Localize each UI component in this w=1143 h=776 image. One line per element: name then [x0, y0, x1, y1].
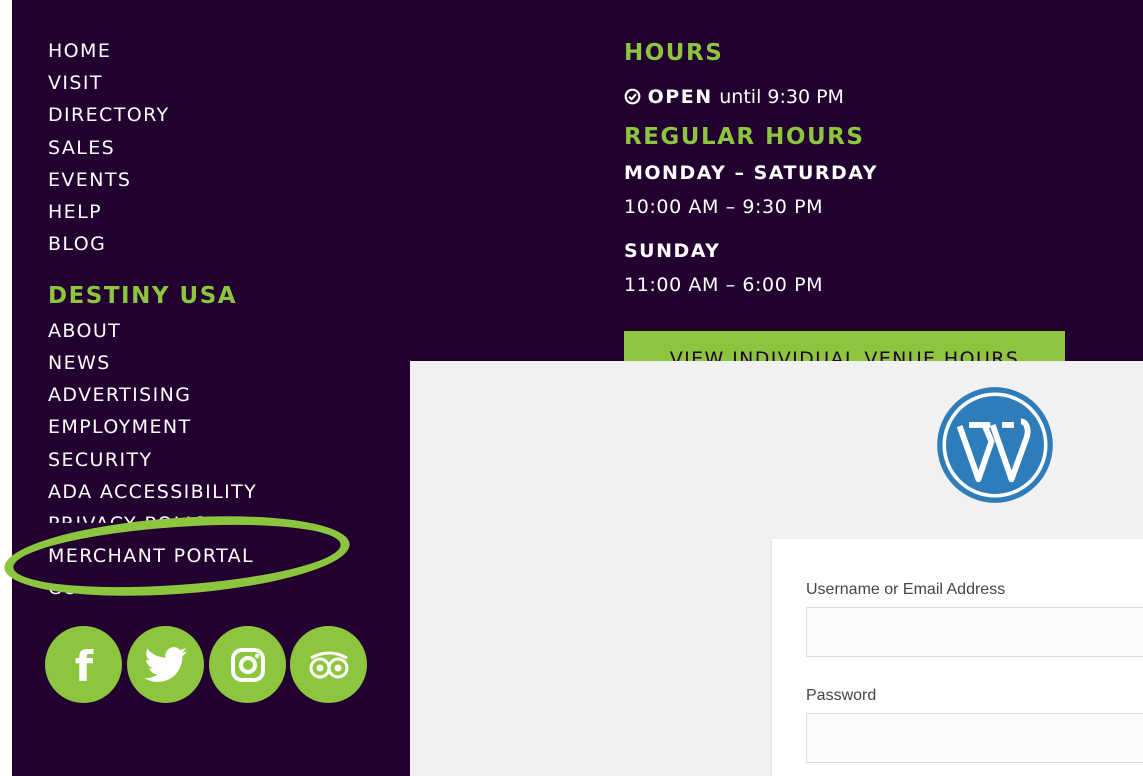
wordpress-login-panel: Username or Email Address Password: [410, 361, 1143, 776]
username-label: Username or Email Address: [806, 581, 1006, 598]
nav-link-visit[interactable]: VISIT: [48, 72, 103, 94]
twitter-icon: [143, 646, 187, 682]
nav-link-advertising[interactable]: ADVERTISING: [48, 384, 191, 406]
nav-link-directory[interactable]: DIRECTORY: [48, 104, 169, 126]
section-heading-destiny-usa: DESTINY USA: [48, 283, 238, 309]
sunday-hours: 11:00 AM – 6:00 PM: [624, 274, 824, 296]
nav-link-news[interactable]: NEWS: [48, 352, 111, 374]
regular-hours-title: REGULAR HOURS: [624, 124, 865, 150]
nav-link-about[interactable]: ABOUT: [48, 320, 121, 342]
nav-link-security[interactable]: SECURITY: [48, 449, 152, 471]
nav-link-events[interactable]: EVENTS: [48, 169, 131, 191]
open-until: until 9:30 PM: [719, 86, 844, 108]
instagram-icon: [230, 647, 265, 682]
sunday-label: SUNDAY: [624, 240, 721, 262]
nav-link-help[interactable]: HELP: [48, 201, 102, 223]
twitter-button[interactable]: [127, 626, 204, 703]
password-input[interactable]: [806, 713, 1143, 763]
facebook-icon: f: [74, 643, 93, 687]
tripadvisor-icon: [309, 651, 348, 678]
open-status-line: OPEN until 9:30 PM: [624, 86, 844, 108]
nav-link-home[interactable]: HOME: [48, 40, 111, 62]
open-status: OPEN: [647, 86, 713, 108]
facebook-button[interactable]: f: [45, 626, 122, 703]
wordpress-logo-icon: [937, 387, 1053, 503]
hours-title: HOURS: [624, 40, 724, 66]
login-form: Username or Email Address Password: [772, 539, 1143, 776]
password-label: Password: [806, 687, 877, 704]
weekday-hours: 10:00 AM – 9:30 PM: [624, 196, 824, 218]
check-circle-icon: [624, 88, 641, 105]
username-input[interactable]: [806, 607, 1143, 657]
nav-link-ada-accessibility[interactable]: ADA ACCESSIBILITY: [48, 481, 257, 503]
instagram-button[interactable]: [209, 626, 286, 703]
svg-text:f: f: [74, 643, 93, 687]
nav-link-blog[interactable]: BLOG: [48, 233, 106, 255]
tripadvisor-button[interactable]: [290, 626, 367, 703]
nav-link-employment[interactable]: EMPLOYMENT: [48, 416, 192, 438]
weekday-label: MONDAY – SATURDAY: [624, 162, 878, 184]
nav-link-sales[interactable]: SALES: [48, 137, 115, 159]
